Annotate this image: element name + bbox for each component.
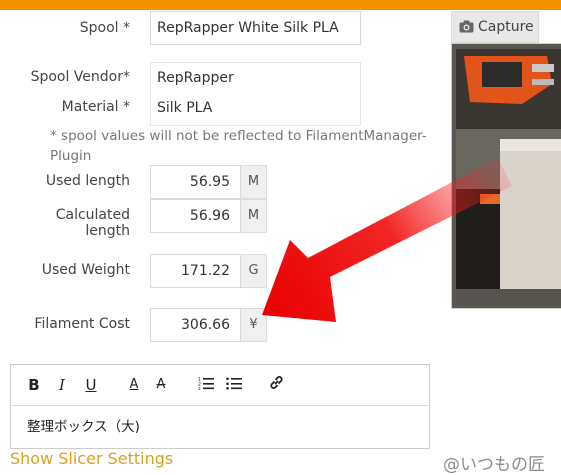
camera-preview <box>451 43 561 309</box>
filament-cost-field[interactable]: 306.66 <box>150 308 241 342</box>
editor-toolbar: B I U A A 1 2 3 <box>11 365 429 406</box>
watermark-text: @いつもの匠 <box>443 455 545 475</box>
used-length-field[interactable]: 56.95 <box>150 165 241 199</box>
spool-vendor-value: RepRapper <box>157 70 234 86</box>
link-icon <box>269 376 283 389</box>
bullet-list-button[interactable] <box>225 375 243 395</box>
calculated-length-field[interactable]: 56.96 <box>150 199 241 233</box>
material-label: Material * <box>61 99 130 115</box>
spool-label: Spool * <box>79 20 130 36</box>
camera-icon <box>459 20 474 33</box>
material-value: Silk PLA <box>157 100 213 116</box>
bullet-list-icon <box>226 377 242 390</box>
vendor-material-box: RepRapper Silk PLA <box>150 62 361 126</box>
clear-format-button[interactable]: A <box>153 375 169 395</box>
show-slicer-settings-link[interactable]: Show Slicer Settings <box>10 449 173 468</box>
spool-note: * spool values will not be reflected to … <box>50 128 427 164</box>
calculated-length-label: Calculated length <box>55 207 130 239</box>
bold-button[interactable]: B <box>27 375 41 395</box>
capture-label: Capture <box>478 19 534 35</box>
used-weight-unit: G <box>241 254 267 288</box>
filament-cost-label: Filament Cost <box>34 316 130 332</box>
font-color-button[interactable]: A <box>126 375 142 395</box>
link-button[interactable] <box>267 375 285 395</box>
calculated-length-unit: M <box>241 199 267 233</box>
spool-field[interactable]: RepRapper White Silk PLA <box>150 11 361 45</box>
italic-button[interactable]: I <box>55 375 69 395</box>
ordered-list-button[interactable]: 1 2 3 <box>197 375 215 395</box>
notes-editor[interactable]: B I U A A 1 2 3 整理ボックス（大) <box>10 364 430 449</box>
capture-button[interactable]: Capture <box>451 11 539 43</box>
top-accent-bar <box>0 0 561 10</box>
spool-vendor-label: Spool Vendor* <box>30 69 130 85</box>
underline-button[interactable]: U <box>83 375 99 395</box>
used-weight-field[interactable]: 171.22 <box>150 254 241 288</box>
used-length-label: Used length <box>45 173 130 189</box>
camera-snapshot-image <box>452 44 561 308</box>
filament-cost-unit: ¥ <box>241 308 267 342</box>
used-length-unit: M <box>241 165 267 199</box>
editor-content[interactable]: 整理ボックス（大) <box>27 415 140 435</box>
ordered-list-icon: 1 2 3 <box>198 377 214 391</box>
used-weight-label: Used Weight <box>41 262 130 278</box>
